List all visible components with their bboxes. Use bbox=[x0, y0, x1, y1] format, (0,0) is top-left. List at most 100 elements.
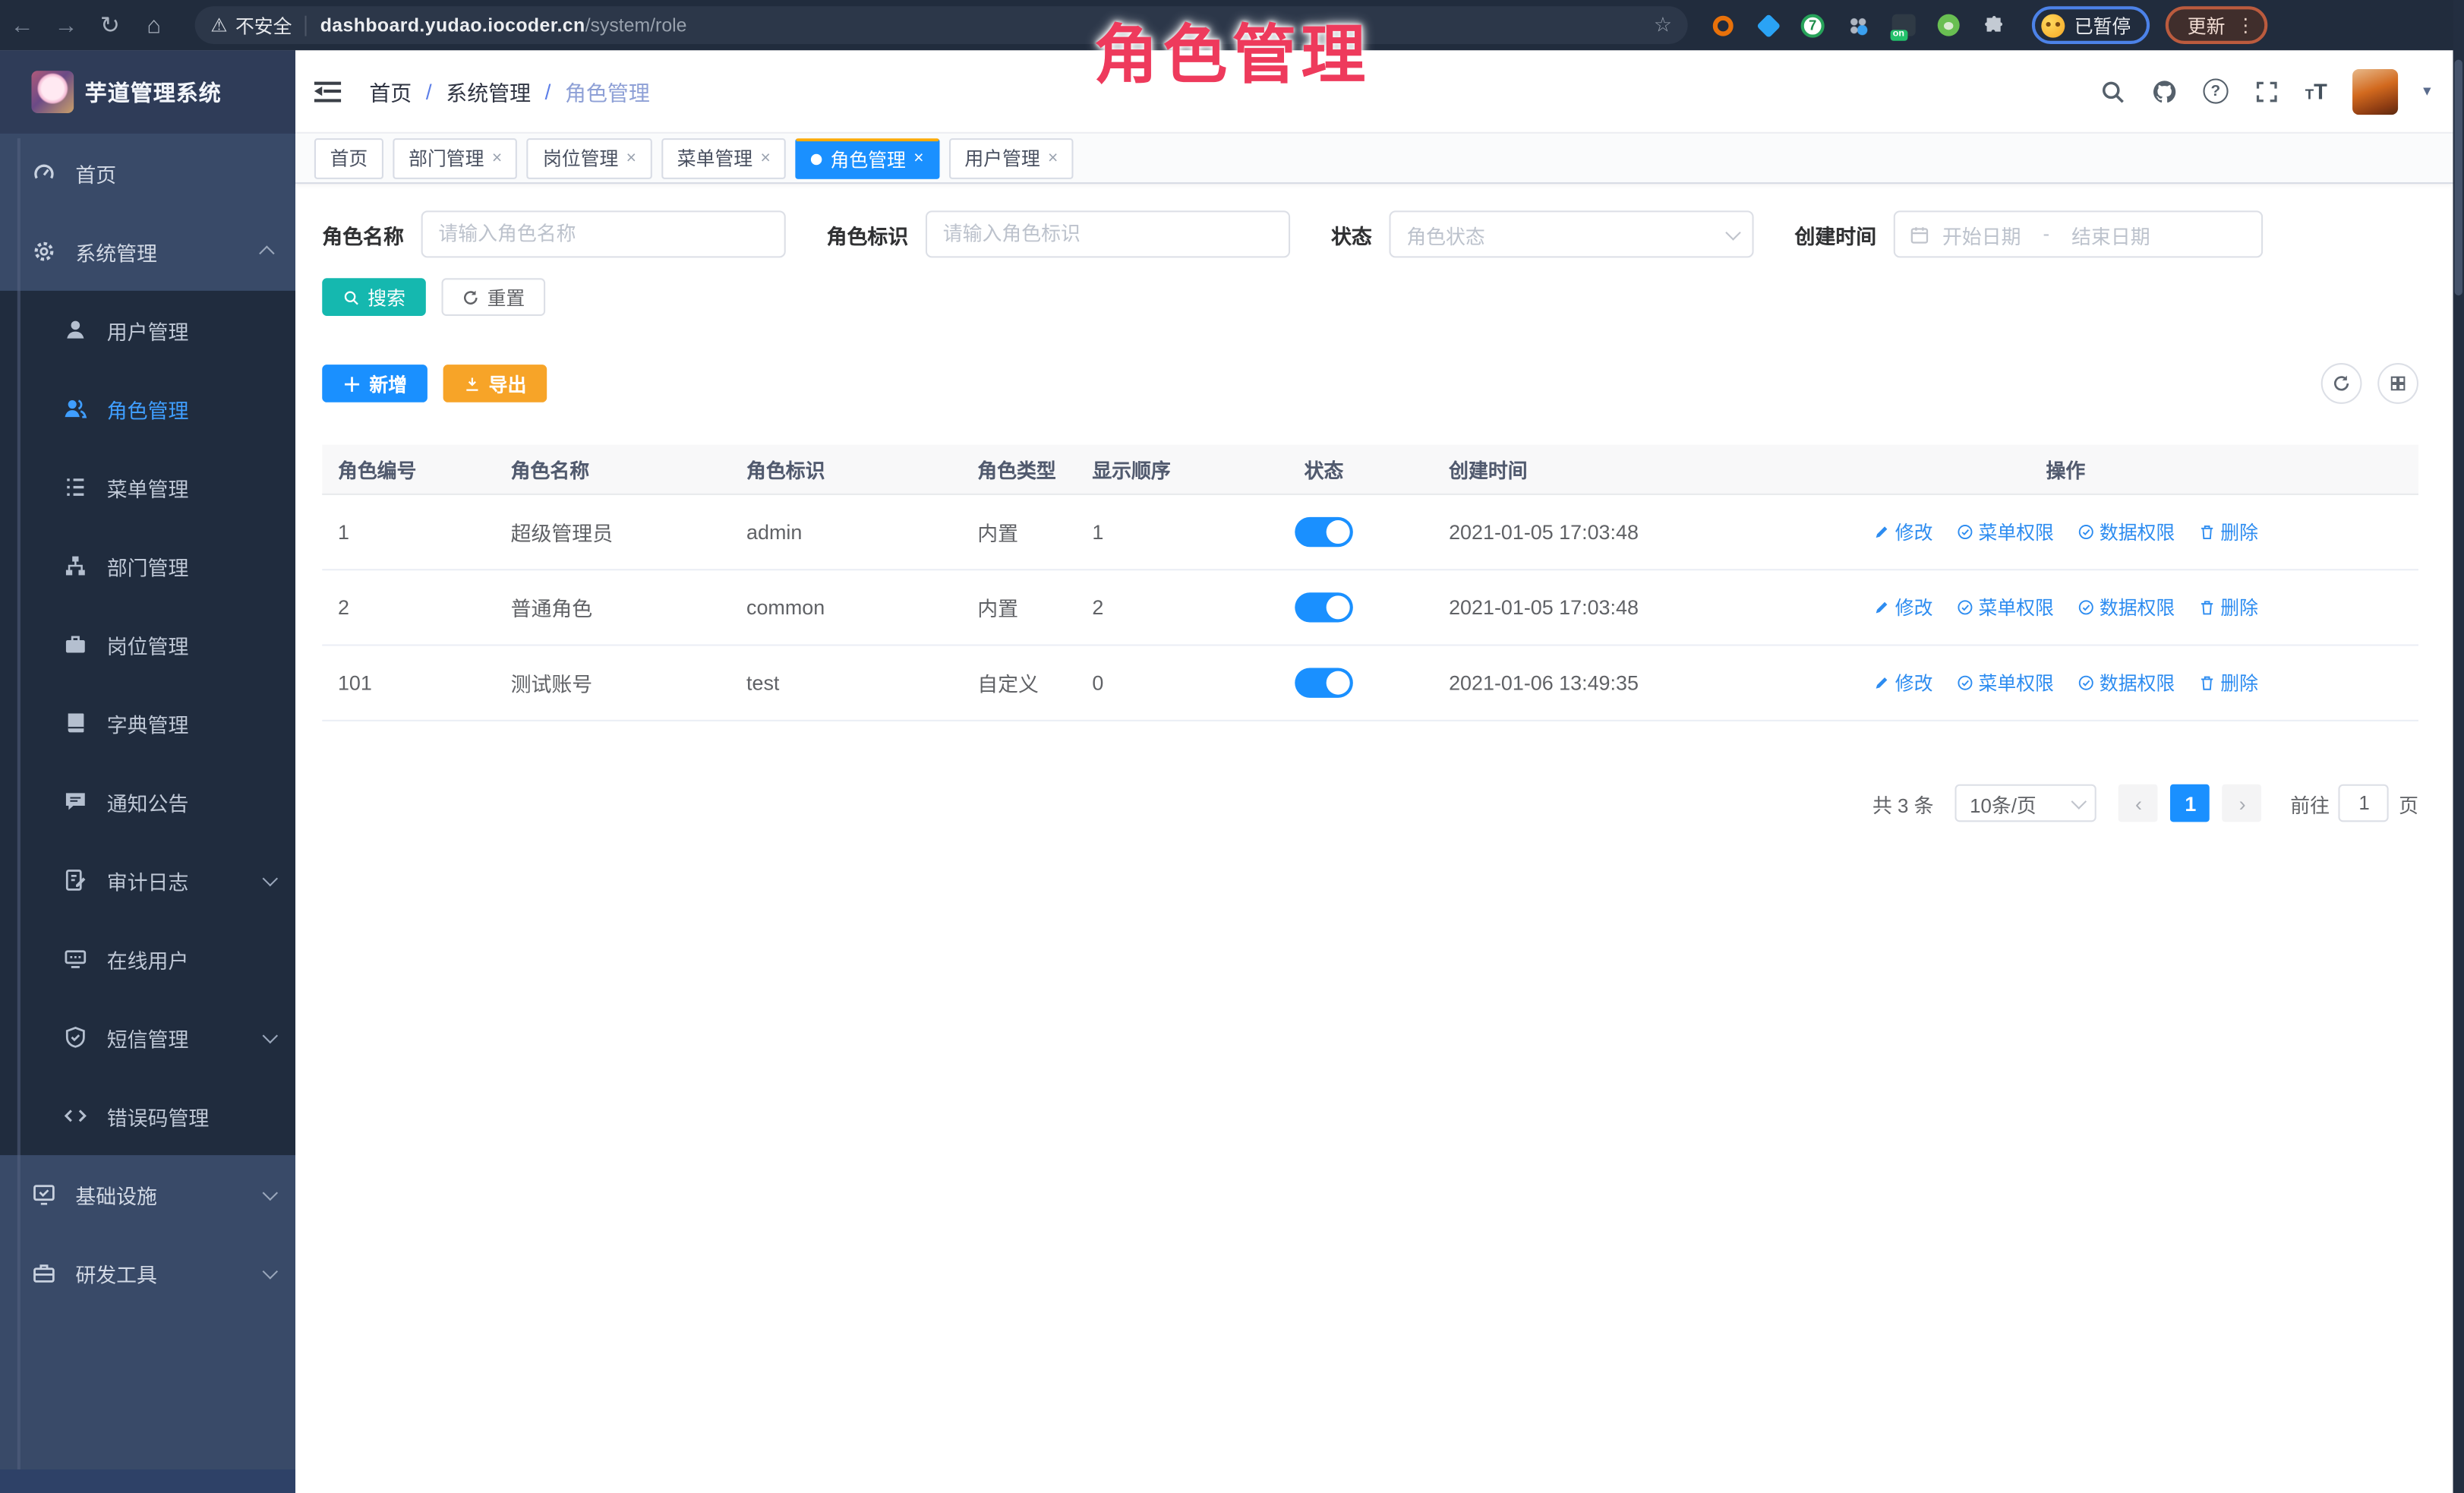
window-scrollbar[interactable] bbox=[2453, 0, 2464, 1493]
status-select[interactable]: 角色状态 bbox=[1390, 210, 1754, 257]
address-bar[interactable]: ⚠ 不安全 dashboard.yudao.iocoder.cn /system… bbox=[195, 6, 1688, 44]
security-label[interactable]: 不安全 bbox=[235, 12, 292, 39]
sidebar-item-departments[interactable]: 部门管理 bbox=[0, 526, 295, 604]
status-toggle[interactable] bbox=[1295, 517, 1353, 547]
browser-reload-icon[interactable]: ↻ bbox=[88, 11, 132, 39]
next-page-button[interactable]: › bbox=[2223, 784, 2262, 822]
sidebar-menu: 首页 系统管理 用户管理 角色管理 菜单管理 bbox=[0, 134, 295, 1312]
date-end-placeholder[interactable]: 结束日期 bbox=[2071, 219, 2150, 249]
close-icon[interactable]: × bbox=[492, 149, 502, 168]
sidebar-item-infrastructure[interactable]: 基础设施 bbox=[0, 1155, 295, 1233]
export-button[interactable]: 导出 bbox=[443, 365, 547, 402]
refresh-button[interactable] bbox=[2321, 363, 2362, 404]
extension-icon-6[interactable] bbox=[1936, 13, 1961, 38]
font-size-icon[interactable]: TT bbox=[2305, 78, 2327, 103]
close-icon[interactable]: × bbox=[626, 149, 636, 168]
help-icon[interactable]: ? bbox=[2203, 78, 2228, 103]
reset-button[interactable]: 重置 bbox=[442, 278, 546, 316]
chevron-down-icon bbox=[263, 1185, 278, 1200]
goto-page-input[interactable] bbox=[2339, 784, 2389, 822]
sidebar-collapse-icon[interactable] bbox=[314, 81, 341, 102]
fullscreen-icon[interactable] bbox=[2253, 77, 2279, 104]
page-1-button[interactable]: 1 bbox=[2171, 784, 2210, 822]
close-icon[interactable]: × bbox=[761, 149, 771, 168]
sidebar-item-menus[interactable]: 菜单管理 bbox=[0, 448, 295, 526]
sidebar-item-users[interactable]: 用户管理 bbox=[0, 291, 295, 369]
delete-link[interactable]: 删除 bbox=[2198, 519, 2258, 545]
monitor-check-icon bbox=[31, 1182, 56, 1207]
sidebar-item-positions[interactable]: 岗位管理 bbox=[0, 605, 295, 683]
tab-users[interactable]: 用户管理 × bbox=[949, 137, 1074, 178]
status-toggle[interactable] bbox=[1295, 592, 1353, 622]
sidebar-item-dictionary[interactable]: 字典管理 bbox=[0, 683, 295, 762]
user-avatar[interactable] bbox=[2352, 68, 2398, 114]
table-row: 101 测试账号 test 自定义 0 2021-01-06 13:49:35 … bbox=[322, 646, 2418, 721]
sidebar-item-notices[interactable]: 通知公告 bbox=[0, 762, 295, 841]
edit-link[interactable]: 修改 bbox=[1873, 594, 1933, 620]
edit-link[interactable]: 修改 bbox=[1873, 670, 1933, 696]
tab-roles-active[interactable]: 角色管理 × bbox=[796, 137, 939, 178]
caret-down-icon[interactable]: ▾ bbox=[2423, 83, 2431, 100]
scrollbar-thumb[interactable] bbox=[2455, 60, 2462, 295]
edit-link[interactable]: 修改 bbox=[1873, 519, 1933, 545]
delete-link[interactable]: 删除 bbox=[2198, 670, 2258, 696]
logo-image bbox=[31, 71, 74, 113]
columns-button[interactable] bbox=[2377, 363, 2418, 404]
logo[interactable]: 芋道管理系统 bbox=[0, 50, 295, 134]
sidebar-item-system[interactable]: 系统管理 bbox=[0, 212, 295, 290]
profile-paused-button[interactable]: 已暂停 bbox=[2032, 6, 2150, 44]
menu-permission-link[interactable]: 菜单权限 bbox=[1957, 519, 2054, 545]
date-range-picker[interactable]: 开始日期 - 结束日期 bbox=[1894, 210, 2263, 257]
github-icon[interactable] bbox=[2151, 77, 2178, 104]
extensions-puzzle-icon[interactable] bbox=[1982, 13, 2007, 38]
role-name-input[interactable] bbox=[421, 210, 786, 257]
close-icon[interactable]: × bbox=[913, 150, 923, 169]
role-key-input[interactable] bbox=[926, 210, 1290, 257]
sidebar-item-error-codes[interactable]: 错误码管理 bbox=[0, 1077, 295, 1155]
sidebar-scrollbar[interactable] bbox=[17, 138, 21, 1474]
extension-icon-3[interactable]: 7 bbox=[1801, 14, 1825, 37]
data-permission-link[interactable]: 数据权限 bbox=[2078, 519, 2175, 545]
delete-link[interactable]: 删除 bbox=[2198, 594, 2258, 620]
search-icon[interactable] bbox=[2100, 77, 2126, 104]
extension-icon-2[interactable] bbox=[1756, 13, 1781, 38]
browser-update-button[interactable]: 更新 ⋮ bbox=[2166, 6, 2268, 44]
data-permission-link[interactable]: 数据权限 bbox=[2078, 670, 2175, 696]
tab-departments[interactable]: 部门管理 × bbox=[393, 137, 517, 178]
status-label: 状态 bbox=[1331, 219, 1372, 249]
add-button[interactable]: ＋ 新增 bbox=[322, 365, 427, 402]
tab-positions[interactable]: 岗位管理 × bbox=[527, 137, 651, 178]
menu-permission-link[interactable]: 菜单权限 bbox=[1957, 670, 2054, 696]
close-icon[interactable]: × bbox=[1048, 149, 1058, 168]
browser-back-icon[interactable]: ← bbox=[0, 12, 44, 39]
gear-icon bbox=[31, 239, 56, 264]
date-start-placeholder[interactable]: 开始日期 bbox=[1942, 219, 2021, 249]
data-permission-link[interactable]: 数据权限 bbox=[2078, 594, 2175, 620]
page-size-select[interactable]: 10条/页 bbox=[1955, 784, 2096, 822]
browser-home-icon[interactable]: ⌂ bbox=[132, 12, 176, 39]
breadcrumb-system[interactable]: 系统管理 bbox=[446, 75, 531, 106]
search-button[interactable]: 搜索 bbox=[322, 278, 426, 316]
tab-menus[interactable]: 菜单管理 × bbox=[661, 137, 786, 178]
tab-home[interactable]: 首页 bbox=[314, 137, 383, 178]
menu-permission-link[interactable]: 菜单权限 bbox=[1957, 594, 2054, 620]
breadcrumb-home[interactable]: 首页 bbox=[369, 75, 412, 106]
sidebar-item-home[interactable]: 首页 bbox=[0, 134, 295, 212]
document-edit-icon bbox=[63, 867, 88, 892]
prev-page-button[interactable]: ‹ bbox=[2119, 784, 2159, 822]
trash-icon bbox=[2198, 598, 2216, 616]
sidebar-item-online-users[interactable]: 在线用户 bbox=[0, 920, 295, 998]
extension-icon-1[interactable] bbox=[1710, 13, 1735, 38]
sidebar-item-dev-tools[interactable]: 研发工具 bbox=[0, 1234, 295, 1312]
sidebar-item-roles[interactable]: 角色管理 bbox=[0, 369, 295, 447]
browser-menu-icon[interactable]: ⋮ bbox=[2236, 14, 2255, 36]
status-toggle[interactable] bbox=[1295, 668, 1353, 698]
browser-forward-icon[interactable]: → bbox=[44, 12, 88, 39]
sidebar-item-sms[interactable]: 短信管理 bbox=[0, 998, 295, 1076]
extension-icon-5[interactable]: on bbox=[1891, 13, 1916, 38]
bookmark-star-icon[interactable]: ☆ bbox=[1654, 13, 1672, 38]
chevron-up-icon bbox=[259, 245, 274, 260]
extension-icon-4[interactable] bbox=[1845, 13, 1870, 38]
sidebar-item-audit-log[interactable]: 审计日志 bbox=[0, 841, 295, 919]
circle-check-icon bbox=[1957, 523, 1974, 541]
